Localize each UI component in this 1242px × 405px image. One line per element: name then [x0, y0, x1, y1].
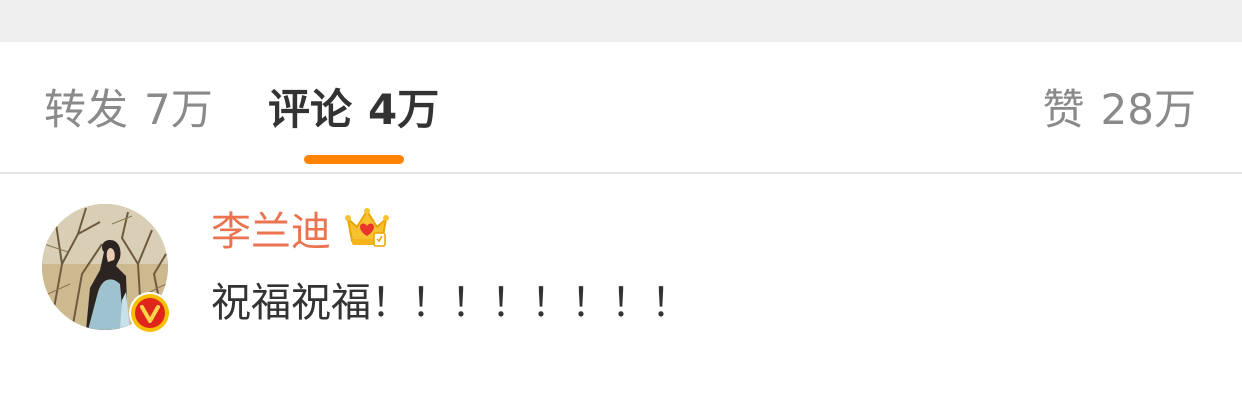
tab-repost-count: 7万 [144, 85, 213, 134]
tab-comment-count: 4万 [368, 85, 440, 134]
top-gray-strip [0, 0, 1242, 42]
comment-item: 李兰迪 祝福祝福！！！！！！！！ [0, 174, 1242, 405]
tab-like[interactable]: 赞 28万 [1043, 82, 1196, 138]
tab-repost[interactable]: 转发 7万 [44, 82, 213, 138]
tab-comment[interactable]: 评论 4万 [268, 82, 439, 138]
tab-like-count: 28万 [1100, 85, 1196, 134]
tab-like-label: 赞 [1042, 85, 1085, 134]
interaction-tab-bar: 转发 7万 评论 4万 赞 28万 [0, 42, 1242, 172]
active-tab-indicator [304, 155, 404, 164]
comment-username[interactable]: 李兰迪 [211, 206, 331, 258]
tab-comment-label: 评论 [268, 85, 353, 134]
verified-v-icon [129, 292, 171, 334]
crown-vip-icon [344, 205, 390, 251]
tab-repost-label: 转发 [44, 85, 129, 134]
comment-text: 祝福祝福！！！！！！！！ [211, 280, 691, 326]
